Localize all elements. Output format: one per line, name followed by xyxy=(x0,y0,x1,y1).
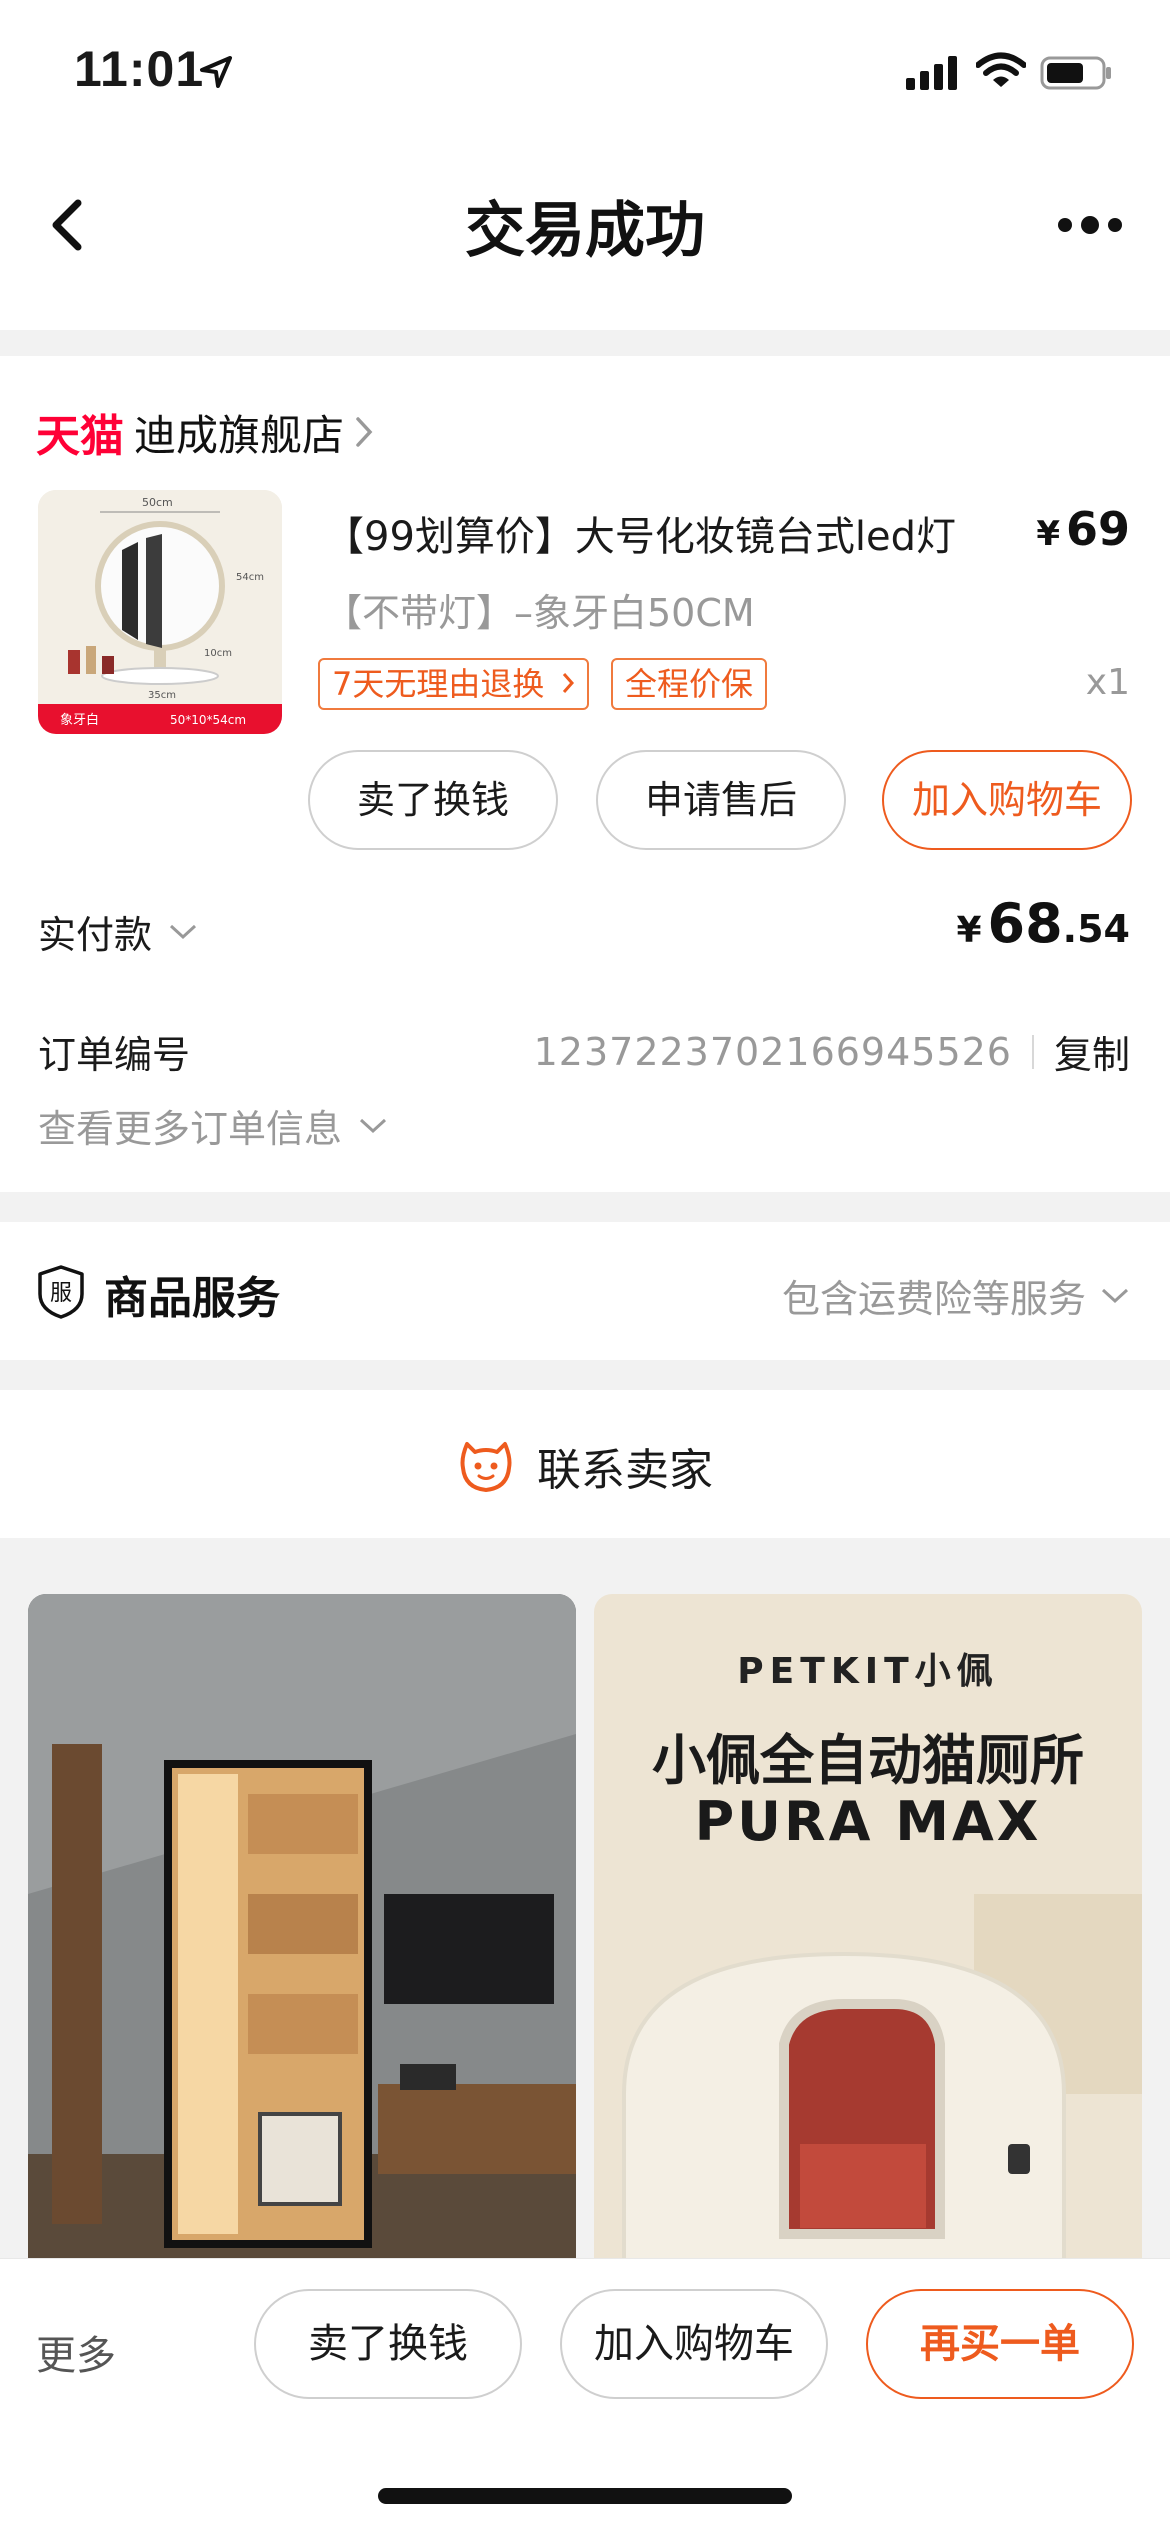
product-service-row[interactable]: 服 商品服务 包含运费险等服务 xyxy=(0,1222,1170,1360)
service-description-text: 包含运费险等服务 xyxy=(781,1277,1086,1321)
image-label-width: 50cm xyxy=(142,496,173,509)
rec-headline: 小佩全自动猫厕所 xyxy=(652,1729,1084,1792)
return-policy-label: 7天无理由退换 xyxy=(332,665,545,703)
chevron-down-icon xyxy=(170,924,197,939)
currency-symbol: ¥ xyxy=(956,910,982,951)
paid-decimal: .54 xyxy=(1062,907,1130,951)
product-title[interactable]: 【99划算价】大号化妆镜台式led灯 xyxy=(324,504,1024,562)
service-description: 包含运费险等服务 xyxy=(782,1268,1130,1323)
order-number-row: 1237223702166945526 复制 xyxy=(534,1024,1130,1079)
order-number-label: 订单编号 xyxy=(38,1033,191,1077)
product-sku: 【不带灯】–象牙白50CM xyxy=(324,591,755,635)
navigation-bar: 交易成功 xyxy=(0,140,1170,330)
chevron-right-icon xyxy=(356,417,373,447)
status-bar: 11:01 xyxy=(0,0,1170,140)
contact-seller-row[interactable]: 联系卖家 xyxy=(0,1390,1170,1538)
price-protection-tag[interactable]: 全程价保 xyxy=(611,658,768,710)
paid-amount-toggle[interactable]: 实付款 xyxy=(38,904,198,959)
paid-integer: 68 xyxy=(987,892,1063,955)
order-number: 1237223702166945526 xyxy=(533,1029,1012,1074)
litter-box-illustration xyxy=(622,1894,1142,2294)
rec-brand: PETKIT小佩 xyxy=(737,1651,999,1692)
service-icon-text: 服 xyxy=(50,1281,72,1306)
battery-icon xyxy=(1040,56,1111,90)
seller-chat-icon xyxy=(460,1442,512,1492)
vanity-mirror-illustration: 象牙白 50*10*54cm 50cm 54cm 10cm 35cm xyxy=(38,490,282,734)
after-sale-button[interactable]: 申请售后 xyxy=(596,750,846,850)
status-time: 11:01 xyxy=(74,41,205,97)
contact-seller-label: 联系卖家 xyxy=(537,1445,713,1496)
image-label-height: 54cm xyxy=(236,572,264,583)
wifi-icon xyxy=(976,52,1026,87)
chevron-right-icon xyxy=(562,673,574,693)
shop-link[interactable]: 天猫 迪成旗舰店 xyxy=(36,402,374,462)
page-title: 交易成功 xyxy=(465,196,705,266)
quantity: x1 xyxy=(1085,662,1130,703)
paid-label: 实付款 xyxy=(38,913,153,957)
divider xyxy=(1031,1034,1034,1069)
home-indicator[interactable] xyxy=(378,2488,792,2504)
rec-model: PURA MAX xyxy=(694,1790,1042,1853)
more-actions-button[interactable]: 更多 xyxy=(36,2323,116,2381)
buy-again-button[interactable]: 再买一单 xyxy=(866,2289,1134,2399)
currency-symbol: ¥ xyxy=(1036,514,1060,554)
image-label-size: 50*10*54cm xyxy=(170,713,246,727)
cat-cabinet-photo xyxy=(28,1594,576,2294)
product-image[interactable]: 象牙白 50*10*54cm 50cm 54cm 10cm 35cm xyxy=(38,490,282,734)
return-policy-tag[interactable]: 7天无理由退换 xyxy=(318,658,589,710)
price-value: 69 xyxy=(1065,502,1130,556)
recommendation-card[interactable]: PETKIT小佩 小佩全自动猫厕所 PURA MAX xyxy=(594,1594,1142,2294)
order-detail-page: 11:01 交易成功 天猫 迪成旗舰店 象牙白 50*10*54cm 50cm … xyxy=(0,0,1170,2532)
chevron-down-icon xyxy=(360,1118,387,1133)
image-label-color: 象牙白 xyxy=(60,712,99,728)
image-label-depth: 10cm xyxy=(204,648,232,659)
add-to-cart-button[interactable]: 加入购物车 xyxy=(560,2289,828,2399)
tmall-logo: 天猫 xyxy=(36,411,124,462)
shield-service-icon: 服 xyxy=(38,1265,84,1319)
chevron-down-icon xyxy=(1101,1288,1129,1303)
shop-name: 迪成旗舰店 xyxy=(134,410,345,460)
recommendation-card[interactable] xyxy=(28,1594,576,2294)
order-card: 天猫 迪成旗舰店 象牙白 50*10*54cm 50cm 54cm 10cm 3… xyxy=(0,356,1170,1192)
product-price: ¥69 xyxy=(1036,502,1130,556)
location-arrow-icon xyxy=(200,56,232,88)
service-title: 商品服务 xyxy=(104,1273,280,1324)
add-to-cart-button[interactable]: 加入购物车 xyxy=(882,750,1132,850)
sell-button[interactable]: 卖了换钱 xyxy=(254,2289,522,2399)
more-options-icon[interactable] xyxy=(1055,210,1125,240)
paid-amount: ¥68.54 xyxy=(956,892,1130,955)
copy-button[interactable]: 复制 xyxy=(1054,1024,1130,1079)
sell-button[interactable]: 卖了换钱 xyxy=(308,750,558,850)
image-label-base: 35cm xyxy=(148,690,176,701)
cellular-signal-icon xyxy=(906,56,957,90)
more-order-info-toggle[interactable]: 查看更多订单信息 xyxy=(38,1098,388,1153)
more-info-label: 查看更多订单信息 xyxy=(38,1107,343,1151)
